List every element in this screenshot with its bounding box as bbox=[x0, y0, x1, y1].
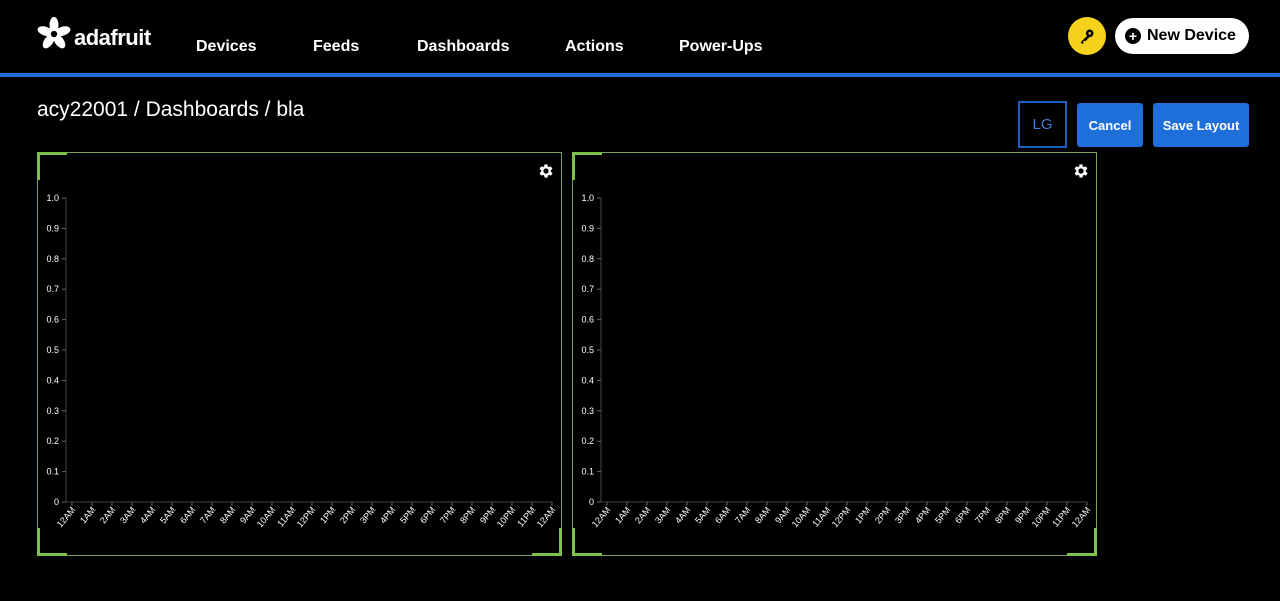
y-tick-label: 0.1 bbox=[46, 467, 59, 477]
y-tick-label: 0 bbox=[589, 497, 594, 507]
y-tick-label: 0.5 bbox=[581, 345, 594, 355]
x-tick-label: 1PM bbox=[853, 505, 873, 526]
logo-text: adafruit bbox=[74, 25, 151, 50]
x-tick-label: 2PM bbox=[873, 505, 893, 526]
y-tick-label: 0 bbox=[54, 497, 59, 507]
x-tick-label: 11PM bbox=[1050, 505, 1072, 529]
x-tick-label: 2AM bbox=[633, 505, 653, 526]
top-navbar: adafruit Devices Feeds Dashboards Action… bbox=[0, 0, 1280, 74]
x-tick-label: 6PM bbox=[418, 505, 438, 526]
y-tick-label: 0.6 bbox=[46, 315, 59, 325]
save-layout-button[interactable]: Save Layout bbox=[1153, 103, 1249, 147]
x-tick-label: 3AM bbox=[653, 505, 673, 526]
x-tick-label: 1PM bbox=[318, 505, 338, 526]
y-tick-label: 0.8 bbox=[581, 254, 594, 264]
navbar-accent-line bbox=[0, 73, 1280, 77]
x-tick-label: 6PM bbox=[953, 505, 973, 526]
y-tick-label: 0.9 bbox=[46, 223, 59, 233]
chart-block-2[interactable]: 0 0.1 0.2 0.3 0.4 0.5 0.6 0.7 0.8 0.9 1.0 12AM 1AM 2A… bbox=[572, 152, 1097, 556]
y-tick-label: 0.6 bbox=[581, 315, 594, 325]
size-lg-button[interactable]: LG bbox=[1018, 101, 1067, 148]
nav-actions[interactable]: Actions bbox=[565, 38, 624, 56]
nav-devices[interactable]: Devices bbox=[196, 38, 257, 56]
x-tick-label: 11AM bbox=[810, 505, 832, 529]
y-tick-label: 0.9 bbox=[581, 223, 594, 233]
x-tick-label: 6AM bbox=[713, 505, 733, 526]
breadcrumb: acy22001 / Dashboards / bla bbox=[37, 98, 305, 121]
x-tick-label: 5PM bbox=[398, 505, 418, 526]
x-tick-label: 7AM bbox=[733, 505, 753, 526]
x-tick-label: 10AM bbox=[255, 505, 278, 529]
x-tick-label: 7AM bbox=[198, 505, 218, 526]
adafruit-logo[interactable]: adafruit bbox=[36, 16, 151, 52]
y-tick-label: 0.2 bbox=[46, 436, 59, 446]
y-tick-label: 0.1 bbox=[581, 467, 594, 477]
y-tick-label: 0.5 bbox=[46, 345, 59, 355]
y-tick-label: 0.3 bbox=[581, 406, 594, 416]
cancel-button[interactable]: Cancel bbox=[1077, 103, 1143, 147]
y-tick-label: 0.8 bbox=[46, 254, 59, 264]
api-key-button[interactable] bbox=[1068, 17, 1106, 55]
x-tick-label: 5AM bbox=[693, 505, 713, 526]
x-tick-label: 11PM bbox=[515, 505, 537, 529]
x-tick-label: 4PM bbox=[378, 505, 398, 526]
new-device-label: New Device bbox=[1147, 27, 1236, 44]
x-tick-label: 12AM bbox=[1070, 505, 1093, 529]
x-tick-label: 5AM bbox=[158, 505, 178, 526]
y-tick-label: 0.3 bbox=[46, 406, 59, 416]
x-tick-label: 2PM bbox=[338, 505, 358, 526]
x-tick-label: 7PM bbox=[438, 505, 458, 526]
gear-icon[interactable] bbox=[537, 162, 555, 180]
x-tick-label: 1AM bbox=[613, 505, 633, 526]
key-icon bbox=[1080, 29, 1094, 45]
x-tick-label: 7PM bbox=[973, 505, 993, 526]
x-tick-label: 1AM bbox=[78, 505, 98, 526]
x-tick-label: 10PM bbox=[1030, 505, 1053, 529]
x-tick-label: 8AM bbox=[753, 505, 773, 526]
x-tick-label: 5PM bbox=[933, 505, 953, 526]
nav-dashboards[interactable]: Dashboards bbox=[417, 38, 509, 56]
y-tick-label: 0.7 bbox=[581, 284, 594, 294]
new-device-button[interactable]: + New Device bbox=[1115, 18, 1249, 54]
x-tick-label: 8AM bbox=[218, 505, 238, 526]
adafruit-flower-icon bbox=[37, 16, 71, 49]
y-tick-label: 0.4 bbox=[46, 375, 59, 385]
y-tick-label: 1.0 bbox=[46, 193, 59, 203]
y-tick-label: 1.0 bbox=[581, 193, 594, 203]
y-tick-label: 0.4 bbox=[581, 375, 594, 385]
x-tick-label: 3PM bbox=[358, 505, 378, 526]
line-chart-2: 00.10.20.30.40.50.60.70.80.91.012AM 1AM 2A… bbox=[581, 193, 1093, 529]
x-tick-label: 3AM bbox=[118, 505, 138, 526]
x-tick-label: 12AM bbox=[55, 505, 78, 529]
x-tick-label: 8PM bbox=[458, 505, 478, 526]
x-tick-label: 10AM bbox=[790, 505, 813, 529]
x-tick-label: 11AM bbox=[275, 505, 297, 529]
plus-circle-icon: + bbox=[1125, 28, 1141, 44]
x-tick-label: 2AM bbox=[98, 505, 118, 526]
nav-feeds[interactable]: Feeds bbox=[313, 38, 359, 56]
gear-icon[interactable] bbox=[1072, 162, 1090, 180]
nav-power-ups[interactable]: Power-Ups bbox=[679, 38, 763, 56]
x-tick-label: 4PM bbox=[913, 505, 933, 526]
x-tick-label: 12AM bbox=[590, 505, 613, 529]
y-tick-label: 0.7 bbox=[46, 284, 59, 294]
x-tick-label: 4AM bbox=[673, 505, 693, 526]
x-tick-label: 4AM bbox=[138, 505, 158, 526]
x-tick-label: 12PM bbox=[830, 505, 853, 529]
x-tick-label: 3PM bbox=[893, 505, 913, 526]
x-tick-label: 12AM bbox=[535, 505, 558, 529]
chart-block-1[interactable]: 0 0.1 0.2 0.3 0.4 0.5 0.6 0.7 0.8 0.9 1.0 12AM 1AM 2A… bbox=[37, 152, 562, 556]
x-tick-label: 10PM bbox=[495, 505, 518, 529]
x-tick-label: 6AM bbox=[178, 505, 198, 526]
y-tick-label: 0.2 bbox=[581, 436, 594, 446]
line-chart-1: 00.10.20.30.40.50.60.70.80.91.012AM 1AM 2A… bbox=[46, 193, 558, 529]
x-tick-label: 12PM bbox=[295, 505, 318, 529]
x-tick-label: 8PM bbox=[993, 505, 1013, 526]
